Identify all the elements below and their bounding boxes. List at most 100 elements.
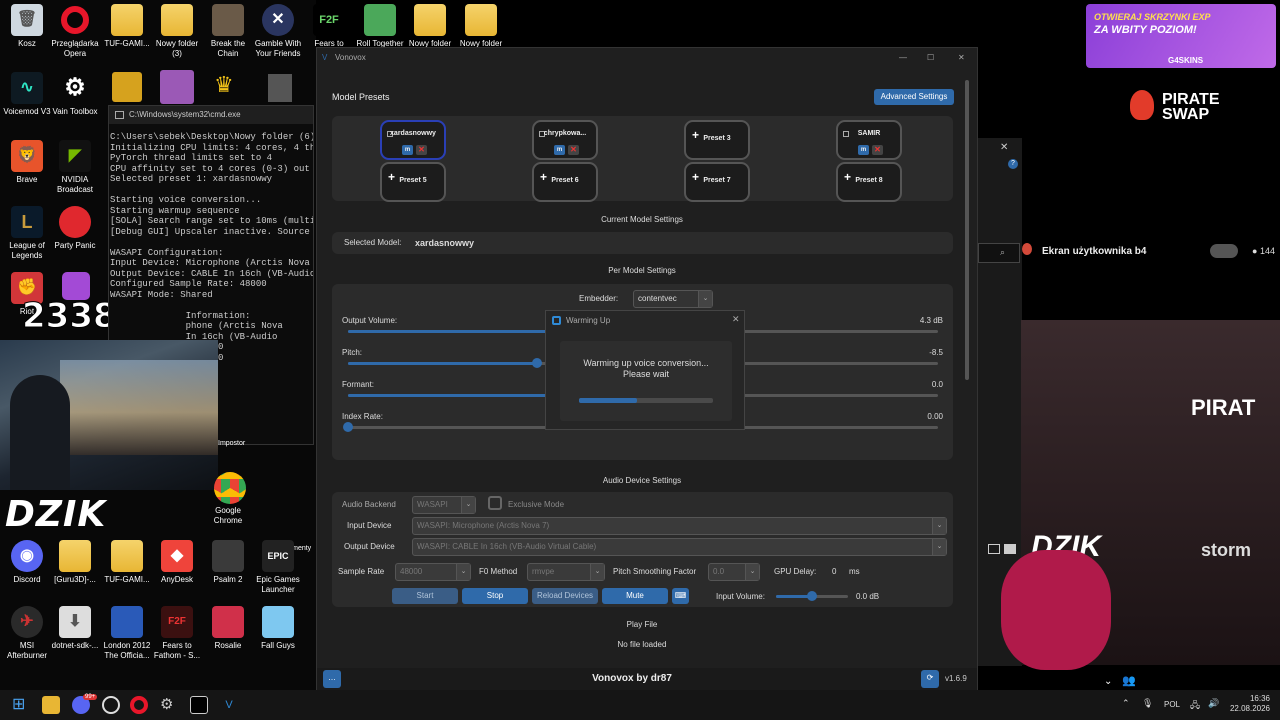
- crown-icon[interactable]: ♛: [214, 72, 244, 102]
- preset-slot[interactable]: + Preset 7: [684, 162, 750, 202]
- desktop-icon-chrome[interactable]: Google Chrome: [201, 506, 255, 526]
- desktop-icon-folder-a[interactable]: Nowy folder: [403, 4, 457, 49]
- vonovox-taskbar-icon[interactable]: V: [220, 696, 238, 714]
- slider-knob[interactable]: [531, 358, 542, 368]
- refresh-button[interactable]: ⟳: [921, 670, 939, 688]
- clock[interactable]: 16:36 22.08.2026: [1228, 694, 1270, 714]
- model-info-icon[interactable]: m: [402, 145, 413, 155]
- desktop-icon-nvidia[interactable]: ◤ NVIDIA Broadcast: [48, 140, 102, 195]
- close-icon[interactable]: ✕: [1000, 142, 1008, 153]
- start-button[interactable]: Start: [392, 588, 458, 604]
- warming-up-dialog[interactable]: Warming Up ✕ Warming up voice conversion…: [545, 310, 745, 430]
- delete-preset-icon[interactable]: ✕: [568, 145, 579, 155]
- opera-taskbar-icon[interactable]: [130, 696, 148, 714]
- microphone-icon[interactable]: 🎙: [1142, 698, 1153, 709]
- maximize-button[interactable]: ☐: [927, 48, 934, 68]
- preset-slot[interactable]: + Preset 5: [380, 162, 446, 202]
- desktop-icon-psalm2[interactable]: Psalm 2: [201, 540, 255, 585]
- chip-icon[interactable]: [268, 74, 292, 102]
- mute-button[interactable]: Mute: [602, 588, 668, 604]
- sample-rate-select[interactable]: 48000 ⌄: [395, 563, 471, 581]
- gpu-delay-value[interactable]: 0: [832, 567, 836, 576]
- app-titlebar[interactable]: V Vonovox — ☐ ✕: [317, 48, 977, 68]
- desktop-icon-voicemod[interactable]: ∿ Voicemod V3: [0, 72, 54, 117]
- desktop-icon-break-the-chain[interactable]: Break the Chain: [201, 4, 255, 59]
- desktop-icon-lol[interactable]: L League of Legends: [0, 206, 54, 261]
- desktop-icon-recycle-bin[interactable]: 🗑 Kosz: [0, 4, 54, 49]
- desktop-icon-guru3d[interactable]: [Guru3D]-...: [48, 540, 102, 585]
- dialog-close-button[interactable]: ✕: [732, 314, 740, 325]
- model-info-icon[interactable]: m: [858, 145, 869, 155]
- chevron-down-icon[interactable]: ⌄: [1104, 676, 1112, 687]
- preset-slot[interactable]: SAMIR m ✕: [836, 120, 902, 160]
- desktop-icon-partial[interactable]: [160, 70, 194, 104]
- desktop-icon-roll-together[interactable]: Roll Together: [353, 4, 407, 49]
- f0-method-label: F0 Method: [479, 567, 518, 576]
- network-icon[interactable]: 🖧: [1190, 698, 1200, 714]
- reload-devices-button[interactable]: Reload Devices: [532, 588, 598, 604]
- preset-slot[interactable]: + Preset 6: [532, 162, 598, 202]
- scrollbar[interactable]: [965, 80, 969, 380]
- search-icon[interactable]: ⌕: [1000, 247, 1005, 258]
- delete-preset-icon[interactable]: ✕: [872, 145, 883, 155]
- desktop-icon-folder-b[interactable]: Nowy folder: [454, 4, 508, 49]
- cmd-titlebar[interactable]: C:\Windows\system32\cmd.exe: [109, 106, 313, 124]
- desktop-icon-partial[interactable]: [112, 72, 142, 102]
- delete-preset-icon[interactable]: ✕: [416, 145, 427, 155]
- desktop-icon-folder-3[interactable]: Nowy folder (3): [150, 4, 204, 59]
- input-volume-knob[interactable]: [807, 591, 817, 601]
- windows-start-icon[interactable]: ⊞: [12, 696, 30, 714]
- preset-slot[interactable]: xardasnowwy m ✕: [380, 120, 446, 160]
- desktop-icon-dotnet[interactable]: ⬇ dotnet-sdk-...: [48, 606, 102, 651]
- pitch-smoothing-select[interactable]: 0.0 ⌄: [708, 563, 760, 581]
- advanced-settings-button[interactable]: Advanced Settings: [874, 89, 954, 105]
- desktop-icon-tuf-2[interactable]: TUF-GAMI...: [100, 540, 154, 585]
- desktop-icon-tuf[interactable]: TUF-GAMI...: [100, 4, 154, 49]
- desktop-icon-anydesk[interactable]: ◆ AnyDesk: [150, 540, 204, 585]
- f0-method-select[interactable]: rmvpe ⌄: [527, 563, 605, 581]
- audio-backend-select[interactable]: WASAPI ⌄: [412, 496, 476, 514]
- language-indicator[interactable]: POL: [1164, 700, 1180, 709]
- preset-slot[interactable]: + Preset 8: [836, 162, 902, 202]
- keyboard-button[interactable]: ⌨: [672, 588, 689, 604]
- desktop-icon-vain-toolbox[interactable]: ⚙ Vain Toolbox: [48, 72, 102, 117]
- output-device-select[interactable]: WASAPI: CABLE In 16ch (VB-Audio Virtual …: [412, 538, 947, 556]
- ad-banner[interactable]: OTWIERAJ SKRZYNKI EXP ZA WBITY POZIOM! G…: [1086, 4, 1276, 68]
- cmd-line: [110, 237, 313, 248]
- desktop-icon-party-panic[interactable]: Party Panic: [48, 206, 102, 251]
- desktop-icon-discord[interactable]: ◉ Discord: [0, 540, 54, 585]
- desktop-icon-epic[interactable]: EPIC Epic Games Launcher: [251, 540, 305, 595]
- model-info-icon[interactable]: m: [554, 145, 565, 155]
- terminal-taskbar-icon[interactable]: [190, 696, 208, 714]
- desktop-icon-rosalie[interactable]: Rosalie: [201, 606, 255, 651]
- slider-knob[interactable]: [343, 422, 353, 432]
- desktop-icon-fears-fathom[interactable]: F2F Fears to Fathom - S...: [150, 606, 204, 661]
- chrome-icon[interactable]: [214, 472, 246, 504]
- file-explorer-icon[interactable]: [42, 696, 60, 714]
- stop-button[interactable]: Stop: [462, 588, 528, 604]
- layout-icon[interactable]: [988, 544, 1000, 554]
- search-field-partial[interactable]: [978, 243, 1020, 263]
- desktop-icon-london2012[interactable]: London 2012 The Officia...: [100, 606, 154, 661]
- fullscreen-icon[interactable]: [1004, 544, 1016, 554]
- desktop-icon-gamble[interactable]: ✕ Gamble With Your Friends: [251, 4, 305, 59]
- help-icon[interactable]: ?: [1008, 159, 1018, 169]
- close-button[interactable]: ✕: [958, 48, 965, 68]
- preset-slot[interactable]: chrypkowa... m ✕: [532, 120, 598, 160]
- minimize-button[interactable]: —: [899, 48, 907, 68]
- recycle-bin-icon: 🗑: [11, 4, 43, 36]
- input-device-select[interactable]: WASAPI: Microphone (Arctis Nova 7) ⌄: [412, 517, 947, 535]
- obs-icon[interactable]: [102, 696, 120, 714]
- settings-icon[interactable]: ⚙: [160, 696, 178, 714]
- preset-slot[interactable]: + Preset 3: [684, 120, 750, 160]
- user-add-icon[interactable]: 👥: [1122, 674, 1136, 687]
- chevron-up-icon[interactable]: ⌃: [1122, 698, 1130, 709]
- desktop-icon-fall-guys[interactable]: Fall Guys: [251, 606, 305, 651]
- embedder-select[interactable]: contentvec ⌄: [633, 290, 713, 308]
- desktop-icon-opera[interactable]: Przeglądarka Opera: [48, 4, 102, 59]
- volume-icon[interactable]: 🔊: [1208, 698, 1219, 709]
- desktop-icon-msi[interactable]: ✈ MSI Afterburner: [0, 606, 54, 661]
- desktop-icon-fears-to[interactable]: F2F Fears to: [302, 4, 356, 49]
- desktop-icon-brave[interactable]: 🦁 Brave: [0, 140, 54, 185]
- exclusive-mode-checkbox[interactable]: [488, 496, 502, 510]
